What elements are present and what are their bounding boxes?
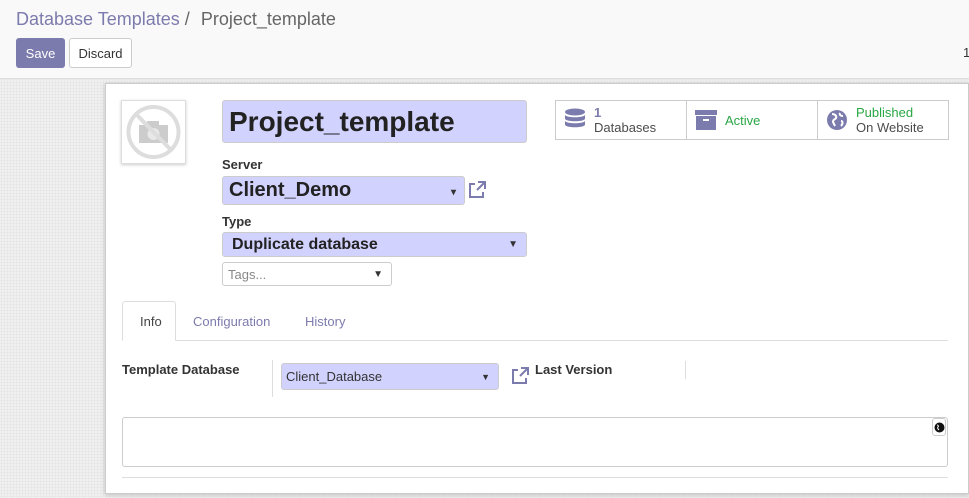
translate-button[interactable]	[932, 418, 946, 436]
divider	[122, 477, 948, 478]
tab-configuration[interactable]: Configuration	[176, 301, 287, 341]
smart-buttons: 1 Databases Active Published On Website	[555, 100, 949, 140]
tab-history[interactable]: History	[288, 301, 362, 341]
image-field[interactable]	[121, 100, 186, 164]
breadcrumb-current: Project_template	[200, 9, 336, 29]
archive-icon	[695, 110, 717, 130]
pager[interactable]: 1	[963, 45, 969, 60]
active-label: Active	[725, 112, 761, 128]
type-value: Duplicate database	[232, 235, 378, 253]
server-label: Server	[222, 157, 263, 172]
chevron-down-icon: ▾	[450, 187, 456, 198]
discard-button[interactable]: Discard	[69, 38, 132, 68]
database-icon	[565, 108, 585, 128]
databases-button[interactable]: 1 Databases	[556, 101, 687, 139]
on-website-label: On Website	[856, 120, 924, 135]
description-textarea[interactable]	[122, 417, 948, 467]
server-select[interactable]: Client_Demo ▾	[222, 176, 465, 205]
published-label: Published	[856, 105, 914, 120]
template-database-select[interactable]: Client_Database ▼	[281, 363, 499, 390]
active-toggle-button[interactable]: Active	[687, 101, 818, 139]
template-database-label: Template Database	[122, 362, 240, 377]
databases-label: Databases	[594, 120, 657, 135]
databases-count: 1	[594, 105, 602, 120]
breadcrumb-parent[interactable]: Database Templates	[16, 9, 180, 29]
breadcrumb-separator: /	[184, 9, 190, 29]
no-image-camera-icon	[126, 105, 181, 159]
last-version-label: Last Version	[535, 362, 613, 377]
website-publish-button[interactable]: Published On Website	[818, 101, 948, 139]
globe-icon	[934, 422, 944, 432]
caret-down-icon: ▼	[373, 268, 383, 280]
globe-icon	[827, 110, 847, 130]
name-input[interactable]: Project_template	[222, 100, 527, 143]
save-button[interactable]: Save	[16, 38, 65, 68]
type-label: Type	[222, 214, 252, 229]
template-database-value: Client_Database	[286, 369, 383, 384]
type-select[interactable]: Duplicate database ▼	[222, 232, 527, 257]
caret-down-icon: ▼	[508, 239, 518, 250]
separator	[272, 360, 273, 397]
tags-input[interactable]: Tags... ▼	[222, 262, 392, 286]
external-link-icon[interactable]	[510, 366, 530, 386]
external-link-icon[interactable]	[467, 180, 487, 200]
tags-placeholder: Tags...	[228, 266, 267, 282]
separator	[685, 361, 686, 379]
tab-info[interactable]: Info	[122, 301, 176, 341]
breadcrumb: Database Templates / Project_template	[16, 9, 336, 30]
caret-down-icon: ▼	[481, 371, 490, 382]
server-value: Client_Demo	[229, 179, 352, 201]
